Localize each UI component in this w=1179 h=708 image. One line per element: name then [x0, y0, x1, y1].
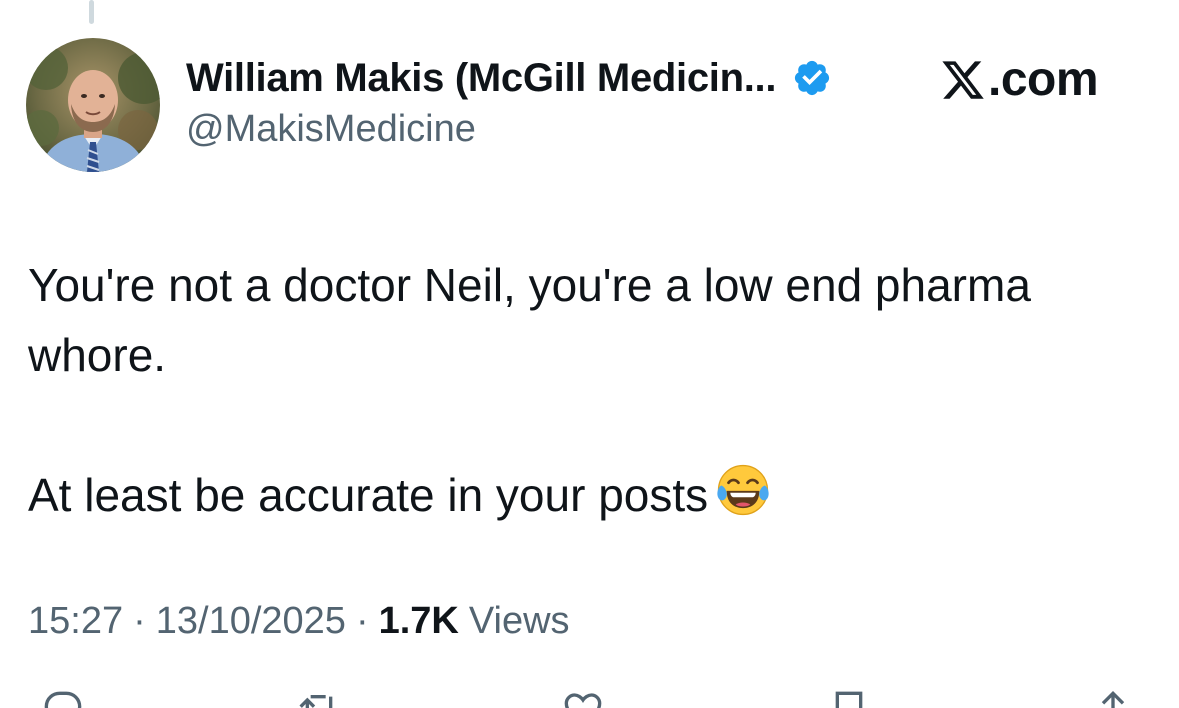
tweet-text: You're not a doctor Neil, you're a low e…: [28, 250, 1168, 530]
tweet-text-line: At least be accurate in your posts: [28, 469, 709, 521]
face-with-tears-of-joy-icon: [714, 461, 772, 519]
meta-separator: ·: [355, 600, 369, 642]
heart-icon[interactable]: [560, 690, 606, 708]
tweet-action-bar: [0, 690, 1179, 708]
avatar-photo: [26, 38, 160, 172]
tweet-text-line-with-emoji: At least be accurate in your posts: [28, 460, 1168, 530]
brand-domain-suffix: .com: [988, 53, 1099, 106]
repost-icon[interactable]: [296, 690, 342, 708]
share-icon[interactable]: [1090, 690, 1136, 708]
author-name-row: William Makis (McGill Medicin...: [186, 50, 832, 106]
tweet-date[interactable]: 13/10/2025: [156, 600, 346, 643]
tweet-time[interactable]: 15:27: [28, 600, 123, 643]
brand-watermark: .com: [940, 52, 1099, 108]
reply-icon[interactable]: [40, 690, 86, 708]
thread-connector-line: [89, 0, 94, 24]
x-logo-icon: [942, 61, 984, 99]
meta-separator: ·: [133, 600, 146, 642]
views-count: 1.7K: [378, 600, 459, 642]
avatar[interactable]: [26, 38, 160, 172]
tweet-text-line: whore.: [28, 329, 167, 381]
verified-badge-icon[interactable]: [792, 58, 832, 98]
author-display-name[interactable]: William Makis (McGill Medicin...: [186, 56, 776, 101]
bookmark-icon[interactable]: [826, 690, 872, 708]
views-label: Views: [468, 600, 570, 642]
author-handle[interactable]: @MakisMedicine: [186, 108, 476, 151]
tweet-text-line: You're not a doctor Neil, you're a low e…: [28, 259, 1031, 311]
tweet-metadata: 15:27 · 13/10/2025 · 1.7K Views: [28, 600, 570, 643]
